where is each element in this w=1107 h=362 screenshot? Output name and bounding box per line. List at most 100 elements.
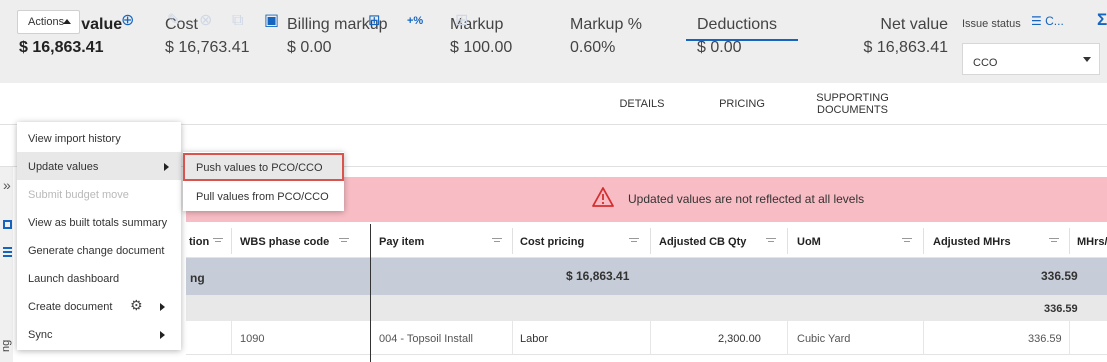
menu-item-label: Generate change document <box>28 245 165 257</box>
filter-label: C... <box>1045 14 1064 28</box>
app-root: Current value $ 16,863.41 Cost $ 16,763.… <box>0 0 1107 362</box>
submenu-item-pull-values[interactable]: Pull values from PCO/CCO <box>183 182 344 210</box>
submenu-item-push-values[interactable]: Push values to PCO/CCO <box>183 153 344 181</box>
filter-icon[interactable] <box>629 238 639 245</box>
menu-item-launch-dashboard[interactable]: Launch dashboard <box>17 264 181 292</box>
col-divider <box>231 228 232 254</box>
col-header-mhrs-per[interactable]: MHrs/ <box>1077 236 1107 248</box>
submenu-item-label: Pull values from PCO/CCO <box>196 191 329 203</box>
filter-icon[interactable] <box>902 238 912 245</box>
menu-item-generate-change-document[interactable]: Generate change document <box>17 236 181 264</box>
menu-item-create-document[interactable]: Create document ⚙ <box>17 292 181 320</box>
cell-divider <box>512 321 513 355</box>
left-side-strip <box>0 166 13 362</box>
cost-amount: $ 16,763.41 <box>165 39 250 56</box>
cancel-circle-icon[interactable]: ⊗ <box>199 12 212 30</box>
actions-label: Actions <box>28 16 65 28</box>
cell-divider <box>650 321 651 355</box>
expand-icon[interactable] <box>3 220 12 229</box>
actions-button[interactable]: Actions <box>17 10 80 34</box>
col-divider <box>1069 228 1070 254</box>
menu-item-view-as-built-totals-summary[interactable]: View as built totals summary <box>17 208 181 236</box>
cell-qty: 2,300.00 <box>718 333 761 345</box>
add-circle-icon[interactable]: ⊕ <box>121 12 134 30</box>
warning-triangle-icon <box>592 187 614 207</box>
submenu-item-label: Push values to PCO/CCO <box>196 162 323 174</box>
caret-right-icon <box>164 163 169 171</box>
col-header-cost-pricing[interactable]: Cost pricing <box>520 236 584 248</box>
filter-icon[interactable] <box>766 238 776 245</box>
subgroup-row-mhrs: 336.59 <box>1044 303 1078 315</box>
issue-status-select[interactable]: CCO <box>962 43 1100 75</box>
markup-pct-amount: 0.60% <box>570 39 616 56</box>
menu-item-label: View as built totals summary <box>28 217 168 229</box>
net-value-label: Net value <box>880 16 948 33</box>
warning-text: Updated values are not reflected at all … <box>628 192 865 206</box>
cell-divider <box>787 321 788 355</box>
group-row-mhrs: 336.59 <box>1041 269 1078 283</box>
table-row[interactable] <box>186 321 1107 355</box>
col-divider <box>923 228 924 254</box>
group-row-cost: $ 16,863.41 <box>566 269 630 283</box>
group-row[interactable] <box>186 258 1107 295</box>
edit-icon[interactable]: ✎ <box>167 12 180 30</box>
deductions-amount: $ 0.00 <box>697 39 742 56</box>
tab-supporting-documents[interactable]: SUPPORTING DOCUMENTS <box>815 92 890 116</box>
col-header-wbs-phase-code[interactable]: WBS phase code <box>240 236 329 248</box>
list-icon[interactable] <box>3 247 12 249</box>
col-header-description[interactable]: tion <box>189 236 209 248</box>
group-row-label: ng <box>190 271 205 285</box>
cell-divider <box>1069 321 1070 355</box>
grid-icon[interactable]: ⊞ <box>455 12 468 30</box>
col-header-adjusted-cb-qty[interactable]: Adjusted CB Qty <box>659 236 746 248</box>
col-header-adjusted-mhrs[interactable]: Adjusted MHrs <box>933 236 1011 248</box>
menu-item-view-import-history[interactable]: View import history <box>17 124 181 152</box>
menu-item-submit-budget-move[interactable]: Submit budget move <box>17 180 181 208</box>
cell-divider <box>923 321 924 355</box>
filter-icon: ☰ <box>1031 14 1042 28</box>
menu-item-sync[interactable]: Sync <box>17 320 181 348</box>
menu-item-update-values[interactable]: Update values <box>17 152 181 180</box>
cell-divider <box>231 321 232 355</box>
filter-icon[interactable] <box>1049 238 1059 245</box>
gear-icon: ⚙ <box>130 297 143 313</box>
col-header-uom[interactable]: UoM <box>797 236 821 248</box>
markup-amount: $ 100.00 <box>450 39 513 56</box>
menu-item-label: Update values <box>28 161 99 173</box>
tab-active-underline <box>686 39 798 41</box>
filter-icon[interactable] <box>213 238 223 245</box>
caret-right-icon <box>160 303 165 311</box>
copy-icon[interactable]: ⧉ <box>232 12 243 30</box>
menu-item-label: Submit budget move <box>28 189 129 201</box>
summary-net-value: Net value $ 16,863.41 <box>858 16 948 57</box>
issue-status-value: CCO <box>973 57 998 69</box>
current-value-amount: $ 16,863.41 <box>19 39 104 56</box>
subgroup-row[interactable] <box>186 295 1107 321</box>
tab-pricing[interactable]: PRICING <box>712 98 772 110</box>
hierarchy-icon[interactable]: ⊞ <box>368 12 381 30</box>
filter-button[interactable]: ☰ C... <box>1031 14 1064 28</box>
menu-item-label: Launch dashboard <box>28 273 120 285</box>
col-divider <box>650 228 651 254</box>
net-value-amount: $ 16,863.41 <box>863 39 948 56</box>
issue-status-label: Issue status <box>962 18 1021 30</box>
sigma-icon[interactable]: Σ <box>1097 10 1107 30</box>
percent-adjust-button[interactable]: +% <box>407 15 423 27</box>
cell-uom: Cubic Yard <box>797 333 851 345</box>
cell-wbs: 1090 <box>240 333 265 345</box>
col-divider <box>512 228 513 254</box>
filter-icon[interactable] <box>492 238 502 245</box>
col-header-pay-item[interactable]: Pay item <box>379 236 424 248</box>
chevron-double-right-icon[interactable]: » <box>3 177 11 193</box>
frozen-column-divider[interactable] <box>370 224 371 362</box>
cell-mhrs: 336.59 <box>1028 333 1062 345</box>
markup-pct-label: Markup % <box>570 16 643 33</box>
tab-details[interactable]: DETAILS <box>612 98 672 110</box>
menu-item-label: Create document <box>28 301 113 313</box>
summary-markup-pct: Markup % 0.60% <box>570 16 642 57</box>
billing-markup-amount: $ 0.00 <box>287 39 332 56</box>
filter-icon[interactable] <box>339 238 349 245</box>
card-icon[interactable]: ▣ <box>264 12 279 30</box>
col-divider <box>787 228 788 254</box>
toolbar <box>0 83 1107 125</box>
